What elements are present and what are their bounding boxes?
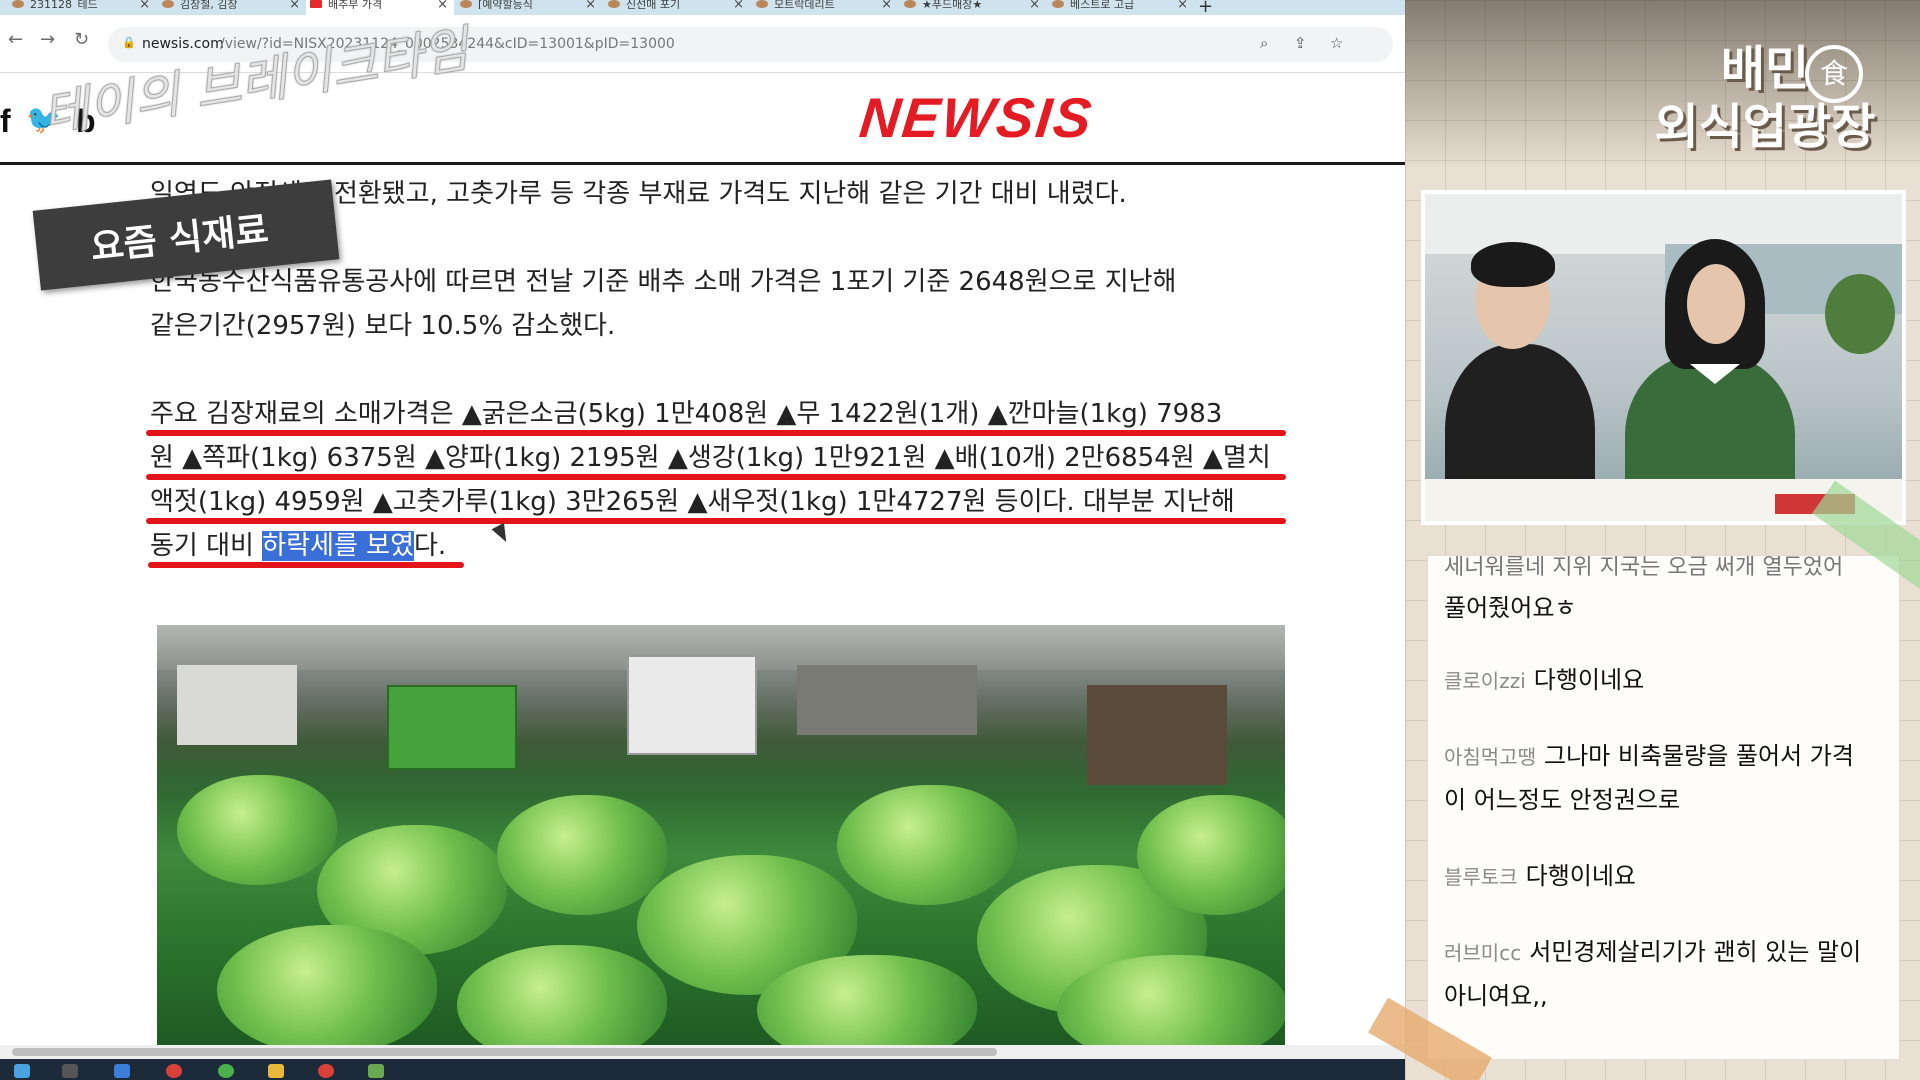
chat-username: 클로이zzi: [1444, 669, 1526, 693]
article-paragraph: 한국농수산식품유통공사에 따르면 전날 기준 배추 소매 가격은 1포기 기준 …: [150, 260, 1300, 348]
forward-arrow-icon[interactable]: →: [40, 29, 55, 50]
folder-icon[interactable]: [268, 1064, 284, 1078]
newsis-favicon-icon: [310, 0, 322, 8]
chat-message: 클로이zzi 다행이네요: [1444, 658, 1884, 703]
red-underline: [146, 474, 1286, 480]
selected-text[interactable]: 하락세를 보였: [262, 531, 415, 561]
browser-tab[interactable]: 신선매 포기 ×: [604, 0, 750, 15]
chat-message: 아니여요,,: [1444, 974, 1884, 1018]
chat-username: 블루토크: [1444, 865, 1518, 889]
chat-message: 세너워를네 지위 지국는 오금 써개 열두었어: [1444, 556, 1884, 580]
favicon-icon: [460, 0, 472, 8]
tab-strip: 231128_테드 × 김장철, 김장 × 배추부 가격 × [예약할등식 × 신선매 …: [0, 0, 1405, 17]
browser-tab[interactable]: 모트락데리트 ×: [752, 0, 898, 15]
close-tab-icon[interactable]: ×: [585, 0, 596, 11]
brand-line: 외식업광장: [1654, 99, 1876, 155]
article-line: 원 ▲쪽파(1kg) 6375원 ▲양파(1kg) 2195원 ▲생강(1kg)…: [150, 443, 1271, 473]
reload-icon[interactable]: ↻: [74, 29, 89, 50]
chat-message: 아침먹고땡 그나마 비축물량을 풀어서 가격: [1444, 734, 1884, 779]
chat-text: 다행이네요: [1533, 666, 1645, 694]
facebook-icon[interactable]: f: [0, 103, 11, 140]
start-icon[interactable]: [14, 1064, 30, 1078]
share-icon[interactable]: ⇪: [1294, 34, 1307, 52]
article-line: 동기 대비: [150, 531, 263, 561]
favicon-icon: [12, 0, 24, 8]
article-photo-cabbages: [157, 625, 1285, 1045]
chat-message: 러브미cc 서민경제살리기가 괜히 있는 말이: [1444, 930, 1884, 975]
browser-tab[interactable]: 베스트로 고급 ×: [1048, 0, 1194, 15]
webcam-video: [1421, 190, 1906, 525]
chat-username: 러브미cc: [1444, 941, 1522, 965]
favicon-icon: [904, 0, 916, 8]
chat-message: 이 어느정도 안정권으로: [1444, 778, 1884, 822]
brand-line: 배민: [1720, 41, 1810, 97]
scrollbar-thumb[interactable]: [12, 1048, 997, 1056]
article-line: 다.: [414, 531, 447, 561]
favicon-icon: [1052, 0, 1064, 8]
red-underline: [146, 518, 1286, 524]
chrome-icon[interactable]: [218, 1064, 234, 1078]
chat-username: 아침먹고땡: [1444, 745, 1536, 769]
article-line: 주요 김장재료의 소매가격은 ▲굵은소금(5kg) 1만408원 ▲무 1422…: [150, 399, 1223, 429]
close-tab-icon[interactable]: ×: [1177, 0, 1188, 11]
chef-bowl-icon: 食: [1805, 45, 1863, 103]
browser-window: 231128_테드 × 김장철, 김장 × 배추부 가격 × [예약할등식 × 신선매 …: [0, 0, 1405, 1080]
browser-tab[interactable]: 김장철, 김장 ×: [158, 0, 306, 15]
browser-tab[interactable]: 231128_테드 ×: [8, 0, 156, 15]
red-underline: [146, 430, 1286, 436]
favicon-icon: [608, 0, 620, 8]
zoom-icon[interactable]: ⌕: [1260, 34, 1268, 52]
chat-text: 다행이네요: [1525, 862, 1637, 890]
app-icon[interactable]: [166, 1064, 182, 1078]
article-line: 같은기간(2957원) 보다 10.5% 감소했다.: [150, 311, 616, 341]
browser-tab[interactable]: [예약할등식 ×: [456, 0, 602, 15]
chat-text: 세너워를네 지위 지국는 오금 써개 열두었어: [1444, 555, 1844, 580]
chat-message: 블루토크 다행이네요: [1444, 854, 1884, 899]
close-tab-icon[interactable]: ×: [1029, 0, 1040, 11]
search-icon[interactable]: [62, 1064, 78, 1078]
favicon-icon: [162, 0, 174, 8]
brand-logo: 배민 외식업광장: [1625, 40, 1905, 156]
live-chat-box: 세너워를네 지위 지국는 오금 써개 열두었어 풀어줬어요ㅎ 클로이zzi 다행이…: [1427, 555, 1900, 1060]
chat-text: 풀어줬어요ㅎ: [1444, 594, 1577, 622]
chat-text: 그나마 비축물량을 풀어서 가격: [1544, 742, 1854, 770]
chat-text: 이 어느정도 안정권으로: [1444, 786, 1681, 814]
close-tab-icon[interactable]: ×: [733, 0, 744, 11]
article-line: 액젓(1kg) 4959원 ▲고춧가루(1kg) 3만265원 ▲새우젓(1kg…: [150, 487, 1235, 517]
chat-text: 아니여요,,: [1444, 982, 1548, 1010]
red-underline: [148, 562, 464, 568]
favicon-icon: [756, 0, 768, 8]
lock-icon[interactable]: 🔒: [122, 36, 136, 49]
back-arrow-icon[interactable]: ←: [8, 29, 23, 50]
close-tab-icon[interactable]: ×: [437, 0, 448, 11]
close-tab-icon[interactable]: ×: [881, 0, 892, 11]
app-icon[interactable]: [368, 1064, 384, 1078]
close-tab-icon[interactable]: ×: [289, 0, 300, 11]
newsis-logo[interactable]: NEWSIS: [857, 85, 1097, 150]
app-icon[interactable]: [318, 1064, 334, 1078]
chat-text: 서민경제살리기가 괜히 있는 말이: [1529, 938, 1862, 966]
article-paragraph-underlined: 주요 김장재료의 소매가격은 ▲굵은소금(5kg) 1만408원 ▲무 1422…: [146, 392, 1300, 568]
close-tab-icon[interactable]: ×: [139, 0, 150, 11]
os-taskbar: [0, 1059, 1405, 1080]
segment-sticker-label: 요즘 식재료: [88, 208, 271, 269]
app-icon[interactable]: [114, 1064, 130, 1078]
horizontal-scrollbar[interactable]: [0, 1045, 1405, 1059]
side-panel: 배민 외식업광장 食 세너워를네 지위 지국는 오금 써개 열두었어 풀어줬어요…: [1405, 0, 1920, 1080]
browser-tab[interactable]: ★푸드매장★ ×: [900, 0, 1046, 15]
bookmark-star-icon[interactable]: ☆: [1330, 34, 1343, 52]
chat-message: 풀어줬어요ㅎ: [1444, 586, 1884, 630]
article-line: 한국농수산식품유통공사에 따르면 전날 기준 배추 소매 가격은 1포기 기준 …: [150, 267, 1177, 297]
